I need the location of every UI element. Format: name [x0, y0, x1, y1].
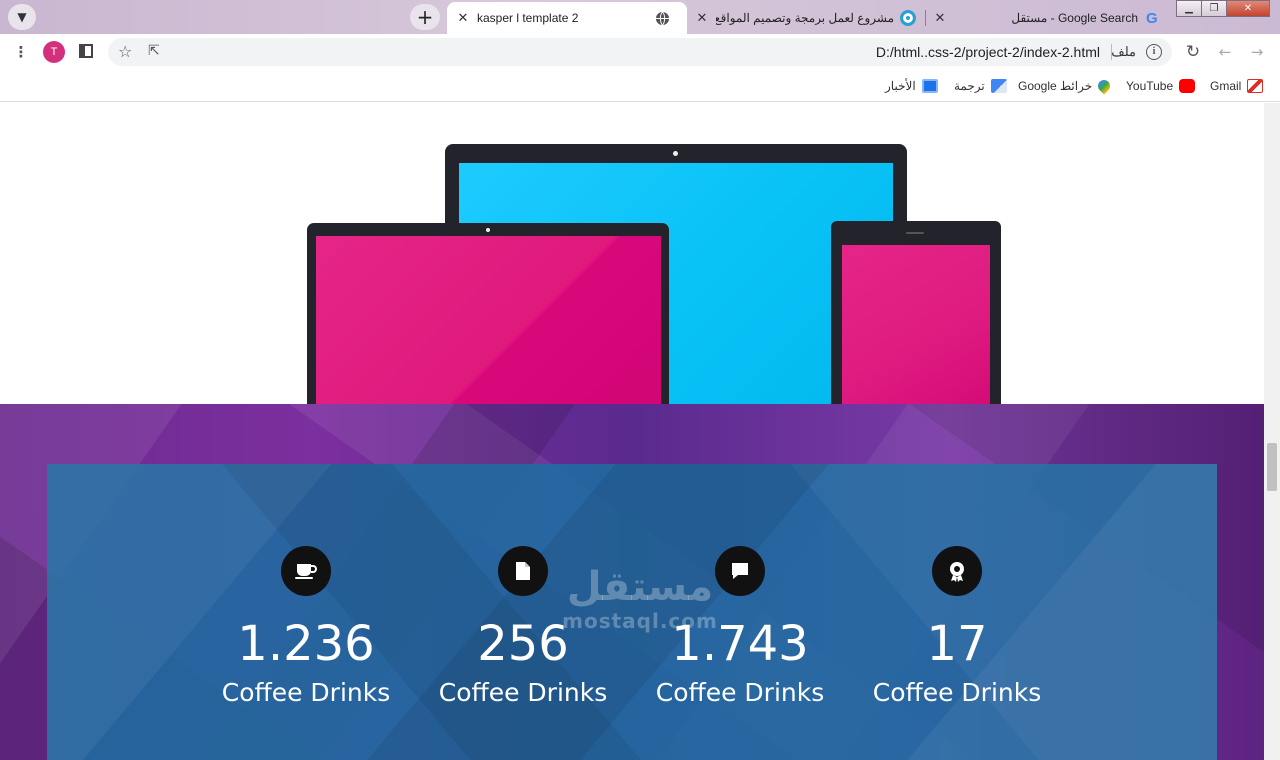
- small-laptop-illustration: [307, 223, 669, 436]
- news-icon: [921, 79, 938, 93]
- mostaql-icon: [900, 10, 916, 26]
- scrollbar-thumb[interactable]: [1267, 443, 1277, 491]
- stat-icon-circle: [715, 546, 765, 596]
- youtube-icon: [1179, 79, 1196, 93]
- stat-label: Coffee Drinks: [221, 678, 391, 707]
- translate-icon: [990, 79, 1007, 93]
- back-icon[interactable]: ←: [1216, 43, 1234, 61]
- bookmark-label: YouTube: [1126, 79, 1174, 93]
- share-icon[interactable]: ⇱: [148, 43, 160, 59]
- close-icon[interactable]: ✕: [455, 10, 471, 26]
- bookmark-label: ترجمة: [954, 79, 985, 93]
- bookmark-youtube[interactable]: YouTube: [1126, 77, 1196, 95]
- stat-icon-circle: [498, 546, 548, 596]
- stat-icon-circle: [281, 546, 331, 596]
- bookmark-translate[interactable]: ترجمة: [954, 77, 1007, 95]
- bookmarks-bar: Gmail YouTube خرائط Google ترجمة الأخبار: [0, 70, 1280, 102]
- file-icon: [516, 562, 530, 580]
- maps-icon: [1095, 77, 1113, 95]
- profile-avatar[interactable]: T: [43, 41, 65, 63]
- bookmark-label: Gmail: [1210, 79, 1242, 93]
- tablet-speaker: [906, 232, 924, 234]
- tab-search-button[interactable]: ▼: [8, 4, 36, 30]
- tablet-illustration: [831, 221, 1001, 445]
- gmail-icon: [1247, 79, 1264, 93]
- plus-icon: +: [416, 5, 434, 29]
- comment-icon: [732, 563, 748, 579]
- award-icon: [950, 562, 964, 582]
- close-icon[interactable]: ✕: [932, 10, 948, 26]
- close-icon[interactable]: ✕: [694, 10, 710, 26]
- tab-title: kasper l template 2: [477, 11, 579, 25]
- devices-illustration: [0, 103, 1264, 445]
- bookmark-star-icon[interactable]: ☆: [118, 42, 132, 61]
- side-panel-icon[interactable]: [77, 43, 95, 61]
- stat-label: Coffee Drinks: [655, 678, 825, 707]
- globe-icon: [655, 11, 670, 25]
- stat-label: Coffee Drinks: [438, 678, 608, 707]
- scheme-label: ملف: [1111, 44, 1136, 59]
- window-close-button[interactable]: ✕: [1226, 0, 1270, 17]
- stat-icon-circle: [932, 546, 982, 596]
- stat-coffee: 1.236 Coffee Drinks: [206, 546, 406, 708]
- tab-title: Google Search - مستقل: [1011, 11, 1138, 25]
- window-controls: ▁ ❐ ✕: [1176, 0, 1270, 17]
- url-text[interactable]: D:/html..css-2/project-2/index-2.html: [876, 44, 1100, 60]
- google-icon: G: [1146, 9, 1158, 27]
- tab-google-search[interactable]: ✕ Google Search - مستقل G: [928, 2, 1160, 34]
- page-viewport: 1.236 Coffee Drinks 256 Coffee Drinks 1.…: [0, 103, 1264, 760]
- bookmark-gmail[interactable]: Gmail: [1210, 77, 1264, 95]
- tab-strip: ▼ + ✕ kasper l template 2 ✕ مشروع لعمل ب…: [0, 0, 1280, 34]
- chevron-down-icon: ▼: [17, 10, 27, 24]
- minimize-button[interactable]: ▁: [1176, 0, 1202, 17]
- stat-label: Coffee Drinks: [872, 678, 1042, 707]
- tab-separator: [925, 10, 926, 26]
- stat-number: 17: [926, 616, 988, 672]
- site-info-icon[interactable]: i: [1146, 44, 1162, 60]
- restore-button[interactable]: ❐: [1201, 0, 1227, 17]
- coffee-cup-icon: [295, 564, 317, 579]
- watermark-latin: mostaql.com: [562, 609, 718, 633]
- tab-mostaql-project[interactable]: ✕ مشروع لعمل برمجة وتصميم المواقع | مستق…: [690, 2, 922, 34]
- bookmark-news[interactable]: الأخبار: [885, 77, 938, 95]
- stat-number: 1.236: [237, 616, 375, 672]
- laptop-camera: [673, 151, 678, 156]
- address-bar[interactable]: ☆ ⇱ D:/html..css-2/project-2/index-2.htm…: [108, 38, 1172, 66]
- bookmark-label: خرائط Google: [1018, 79, 1093, 93]
- bookmark-label: الأخبار: [885, 79, 916, 93]
- watermark-arabic: مستقل: [566, 564, 714, 610]
- small-laptop-camera: [486, 228, 490, 232]
- page-scrollbar[interactable]: [1264, 103, 1280, 760]
- stat-awards: 17 Coffee Drinks: [857, 546, 1057, 708]
- new-tab-button[interactable]: +: [410, 4, 440, 30]
- mostaql-watermark: مستقل mostaql.com: [560, 565, 720, 633]
- tab-kasper[interactable]: ✕ kasper l template 2: [447, 2, 687, 34]
- kebab-menu-icon[interactable]: ⋮: [12, 43, 30, 61]
- bookmark-google-maps[interactable]: خرائط Google: [1018, 77, 1113, 95]
- reload-icon[interactable]: ↻: [1184, 43, 1202, 61]
- tab-title: مشروع لعمل برمجة وتصميم المواقع | مستقل: [716, 11, 894, 25]
- forward-icon[interactable]: →: [1248, 43, 1266, 61]
